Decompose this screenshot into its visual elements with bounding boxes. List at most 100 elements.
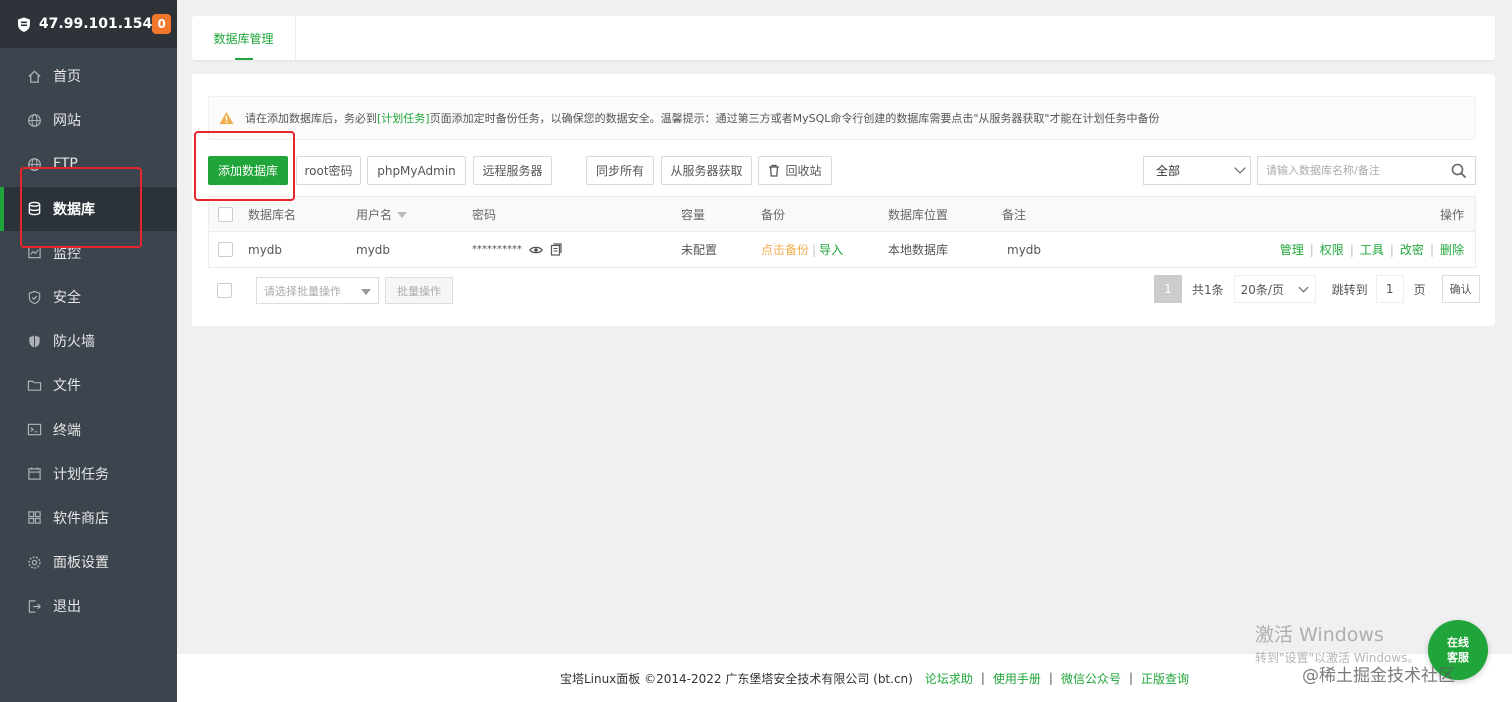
- row-checkbox[interactable]: [218, 242, 233, 257]
- warning-icon: [219, 111, 234, 125]
- tab-database-management[interactable]: 数据库管理: [192, 16, 296, 60]
- sidebar-item-security[interactable]: 安全: [0, 275, 177, 319]
- chevron-down-icon: [1298, 282, 1309, 293]
- sidebar-item-label: 首页: [53, 69, 81, 86]
- message-count-badge[interactable]: 0: [152, 14, 171, 34]
- recycle-bin-label: 回收站: [785, 164, 822, 178]
- goto-page-input[interactable]: 1: [1375, 275, 1404, 303]
- import-link[interactable]: 导入: [819, 241, 843, 258]
- sidebar-item-logout[interactable]: 退出: [0, 584, 177, 628]
- search-input[interactable]: [1258, 157, 1448, 184]
- header-db-name[interactable]: 数据库名: [248, 197, 296, 232]
- sidebar-item-website[interactable]: 网站: [0, 98, 177, 142]
- windows-activation-watermark: 激活 Windows 转到"设置"以激活 Windows。: [1255, 620, 1419, 666]
- notice-text-prefix: 请在添加数据库后，务必到: [245, 112, 377, 125]
- remote-server-button[interactable]: 远程服务器: [473, 156, 552, 185]
- search-box: [1257, 156, 1476, 185]
- table-header: 数据库名 用户名 密码 容量 备份 数据库位置 备注 操作: [209, 197, 1475, 232]
- sidebar-item-ftp[interactable]: FTP: [0, 142, 177, 186]
- sidebar-item-cron[interactable]: 计划任务: [0, 452, 177, 496]
- batch-select-checkbox[interactable]: [217, 283, 232, 298]
- sidebar-nav: 首页 网站 FTP 数据库 监控 安全 防火墙 文件 终端 计划任务 软件商店 …: [0, 54, 177, 628]
- separator: |: [1429, 242, 1434, 257]
- fetch-from-server-button[interactable]: 从服务器获取: [661, 156, 752, 185]
- separator: |: [1128, 671, 1134, 685]
- sidebar-item-terminal[interactable]: 终端: [0, 408, 177, 452]
- sidebar-item-label: 退出: [53, 599, 81, 616]
- sidebar-item-settings[interactable]: 面板设置: [0, 540, 177, 584]
- db-note[interactable]: mydb: [1007, 232, 1041, 267]
- wechat-link[interactable]: 微信公众号: [1061, 670, 1121, 687]
- tools-link[interactable]: 工具: [1360, 241, 1384, 258]
- sidebar-item-label: 文件: [53, 378, 81, 395]
- backup-link[interactable]: 点击备份: [761, 241, 809, 258]
- shield-icon: [26, 289, 42, 305]
- per-page-select[interactable]: 20条/页: [1233, 275, 1316, 303]
- activation-title: 激活 Windows: [1255, 624, 1384, 646]
- permission-link[interactable]: 权限: [1320, 241, 1344, 258]
- sidebar-item-database[interactable]: 数据库: [0, 186, 177, 231]
- separator: |: [1349, 242, 1354, 257]
- manage-link[interactable]: 管理: [1280, 241, 1304, 258]
- sidebar: 47.99.101.154 0 首页 网站 FTP 数据库 监控 安全 防火墙 …: [0, 0, 177, 702]
- sidebar-item-label: 数据库: [53, 201, 95, 218]
- db-password-cell: **********: [472, 232, 562, 267]
- confirm-page-button[interactable]: 确认: [1441, 275, 1480, 303]
- phpmyadmin-button[interactable]: phpMyAdmin: [367, 156, 466, 185]
- database-table: 数据库名 用户名 密码 容量 备份 数据库位置 备注 操作 mydb mydb …: [208, 196, 1476, 268]
- batch-operation-select[interactable]: 请选择批量操作: [256, 277, 379, 304]
- row-actions: 管理 | 权限 | 工具 | 改密 | 删除: [1280, 232, 1464, 267]
- batch-operation-button[interactable]: 批量操作: [385, 277, 453, 304]
- globe-icon: [26, 112, 42, 128]
- db-name[interactable]: mydb: [248, 232, 282, 267]
- copyright-text: 宝塔Linux面板 ©2014-2022 广东堡塔安全技术有限公司 (bt.cn…: [559, 671, 913, 686]
- filter-select-value: 全部: [1156, 164, 1181, 178]
- sync-all-button[interactable]: 同步所有: [586, 156, 654, 185]
- delete-link[interactable]: 删除: [1440, 241, 1464, 258]
- toolbar: 添加数据库 root密码 phpMyAdmin 远程服务器 同步所有 从服务器获…: [208, 156, 1476, 186]
- sidebar-item-home[interactable]: 首页: [0, 54, 177, 98]
- header-operations: 操作: [1439, 208, 1464, 222]
- forum-link[interactable]: 论坛求助: [925, 670, 973, 687]
- root-password-button[interactable]: root密码: [296, 156, 361, 185]
- sidebar-item-label: 监控: [53, 245, 81, 262]
- filter-select[interactable]: 全部: [1143, 156, 1251, 185]
- tab-bar: 数据库管理: [192, 16, 1495, 60]
- server-ip[interactable]: 47.99.101.154: [39, 16, 152, 32]
- pagination: 1 共1条 20条/页 跳转到 1 页 确认: [1154, 274, 1480, 304]
- change-password-link[interactable]: 改密: [1400, 241, 1424, 258]
- batch-select-placeholder: 请选择批量操作: [264, 284, 341, 298]
- add-database-button[interactable]: 添加数据库: [208, 156, 288, 185]
- page-current[interactable]: 1: [1154, 275, 1182, 303]
- database-panel: 请在添加数据库后，务必到 [计划任务] 页面添加定时备份任务，以确保您的数据安全。温…: [192, 74, 1495, 326]
- sidebar-item-label: 终端: [53, 422, 81, 439]
- firewall-icon: [26, 333, 42, 349]
- sidebar-item-store[interactable]: 软件商店: [0, 496, 177, 540]
- server-logo-icon: [17, 17, 30, 32]
- select-all-checkbox[interactable]: [218, 207, 233, 222]
- trash-icon: [769, 164, 780, 177]
- table-footer: 请选择批量操作 批量操作 1 共1条 20条/页 跳转到 1 页 确认: [208, 274, 1492, 304]
- sidebar-item-monitor[interactable]: 监控: [0, 231, 177, 275]
- cron-task-link[interactable]: [计划任务]: [377, 110, 430, 126]
- sidebar-item-files[interactable]: 文件: [0, 363, 177, 407]
- eye-icon[interactable]: [529, 245, 543, 255]
- search-icon[interactable]: [1451, 163, 1467, 179]
- recycle-bin-button[interactable]: 回收站: [758, 156, 832, 185]
- db-capacity[interactable]: 未配置: [681, 232, 717, 267]
- calendar-icon: [26, 466, 42, 482]
- main-content: 数据库管理 请在添加数据库后，务必到 [计划任务] 页面添加定时备份任务，以确保您的…: [177, 0, 1512, 702]
- terminal-icon: [26, 422, 42, 438]
- logout-icon: [26, 598, 42, 614]
- caret-down-icon: [361, 289, 371, 295]
- database-icon: [26, 201, 42, 217]
- license-check-link[interactable]: 正版查询: [1141, 670, 1189, 687]
- manual-link[interactable]: 使用手册: [993, 670, 1041, 687]
- db-password: **********: [472, 244, 522, 255]
- header-password: 密码: [472, 208, 497, 222]
- sidebar-item-firewall[interactable]: 防火墙: [0, 319, 177, 363]
- sort-caret-icon: [397, 211, 408, 218]
- db-backup-cell: 点击备份 | 导入: [761, 232, 843, 267]
- header-username[interactable]: 用户名: [356, 197, 408, 232]
- copy-icon[interactable]: [550, 243, 562, 256]
